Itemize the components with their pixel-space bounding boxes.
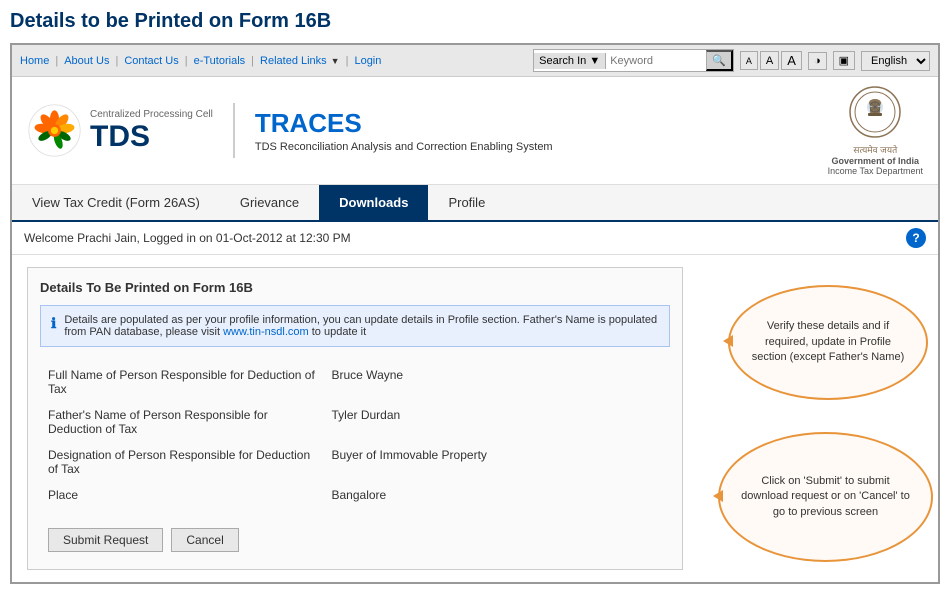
callout-arrow-2 [713,490,723,502]
cancel-button[interactable]: Cancel [171,528,238,552]
form-fields-table: Full Name of Person Responsible for Dedu… [40,362,670,508]
language-select[interactable]: English [861,51,930,71]
field-label-3: Place [40,482,324,508]
help-icon[interactable]: ? [906,228,926,248]
top-navbar: Home | About Us | Contact Us | e-Tutoria… [12,45,938,77]
field-value-0: Bruce Wayne [324,362,671,402]
field-label-2: Designation of Person Responsible for De… [40,442,324,482]
table-row: Place Bangalore [40,482,670,508]
search-in-dropdown[interactable]: Search In ▼ [534,53,606,69]
gov-seal-icon [848,85,903,140]
callout-bubble-2: Click on 'Submit' to submit download req… [718,432,933,562]
nav-profile[interactable]: Profile [428,185,505,220]
main-content: Details To Be Printed on Form 16B ℹ Deta… [12,255,938,582]
font-large-button[interactable]: A [781,51,802,70]
nav-related[interactable]: Related Links [260,55,327,67]
nav-tutorials[interactable]: e-Tutorials [194,55,246,67]
submit-request-button[interactable]: Submit Request [48,528,163,552]
field-value-2: Buyer of Immovable Property [324,442,671,482]
tds-logo-icon [27,103,82,158]
gov-text: सत्यमेव जयते Government of India Income … [828,143,923,176]
table-row: Designation of Person Responsible for De… [40,442,670,482]
info-icon: ℹ [51,315,56,332]
gov-seal-area: सत्यमेव जयते Government of India Income … [828,85,923,176]
font-small-button[interactable]: A [740,51,758,70]
font-medium-button[interactable]: A [760,51,779,70]
font-size-controls: A A A [740,51,802,70]
traces-subtitle: TDS Reconciliation Analysis and Correcti… [255,141,553,153]
traces-title: TRACES [255,108,553,139]
field-value-3: Bangalore [324,482,671,508]
field-label-0: Full Name of Person Responsible for Dedu… [40,362,324,402]
search-input[interactable] [606,53,706,69]
field-label-1: Father's Name of Person Responsible for … [40,402,324,442]
site-header: Centralized Processing Cell TDS TRACES T… [12,77,938,185]
info-link[interactable]: www.tin-nsdl.com [223,326,309,338]
welcome-bar: Welcome Prachi Jain, Logged in on 01-Oct… [12,222,938,255]
table-row: Father's Name of Person Responsible for … [40,402,670,442]
header-divider [233,103,235,158]
nav-contact[interactable]: Contact Us [124,55,178,67]
field-value-1: Tyler Durdan [324,402,671,442]
search-box: Search In ▼ 🔍 [533,49,734,72]
nav-login[interactable]: Login [354,55,381,67]
nav-home[interactable]: Home [20,55,49,67]
form-buttons: Submit Request Cancel [40,523,670,557]
page-title: Details to be Printed on Form 16B [10,10,940,33]
section-title: Details To Be Printed on Form 16B [40,280,670,295]
tds-label: Centralized Processing Cell [90,109,213,120]
search-button[interactable]: 🔍 [706,50,733,71]
contrast-button[interactable]: ◑ [808,52,827,70]
nav-grievance[interactable]: Grievance [220,185,319,220]
table-row: Full Name of Person Responsible for Dedu… [40,362,670,402]
callout-bubble-1: Verify these details and if required, up… [728,285,928,400]
info-box: ℹ Details are populated as per your prof… [40,305,670,347]
main-navigation: View Tax Credit (Form 26AS) Grievance Do… [12,185,938,222]
traces-branding: TRACES TDS Reconciliation Analysis and C… [255,108,553,153]
screen-button[interactable]: ▣ [833,51,855,70]
nav-view-tax-credit[interactable]: View Tax Credit (Form 26AS) [12,185,220,220]
welcome-text: Welcome Prachi Jain, Logged in on 01-Oct… [24,231,351,245]
tds-brand: TDS [90,120,213,153]
nav-downloads[interactable]: Downloads [319,185,428,220]
nav-about[interactable]: About Us [64,55,109,67]
logo-area: Centralized Processing Cell TDS [27,103,213,158]
callout-arrow-1 [723,335,733,347]
